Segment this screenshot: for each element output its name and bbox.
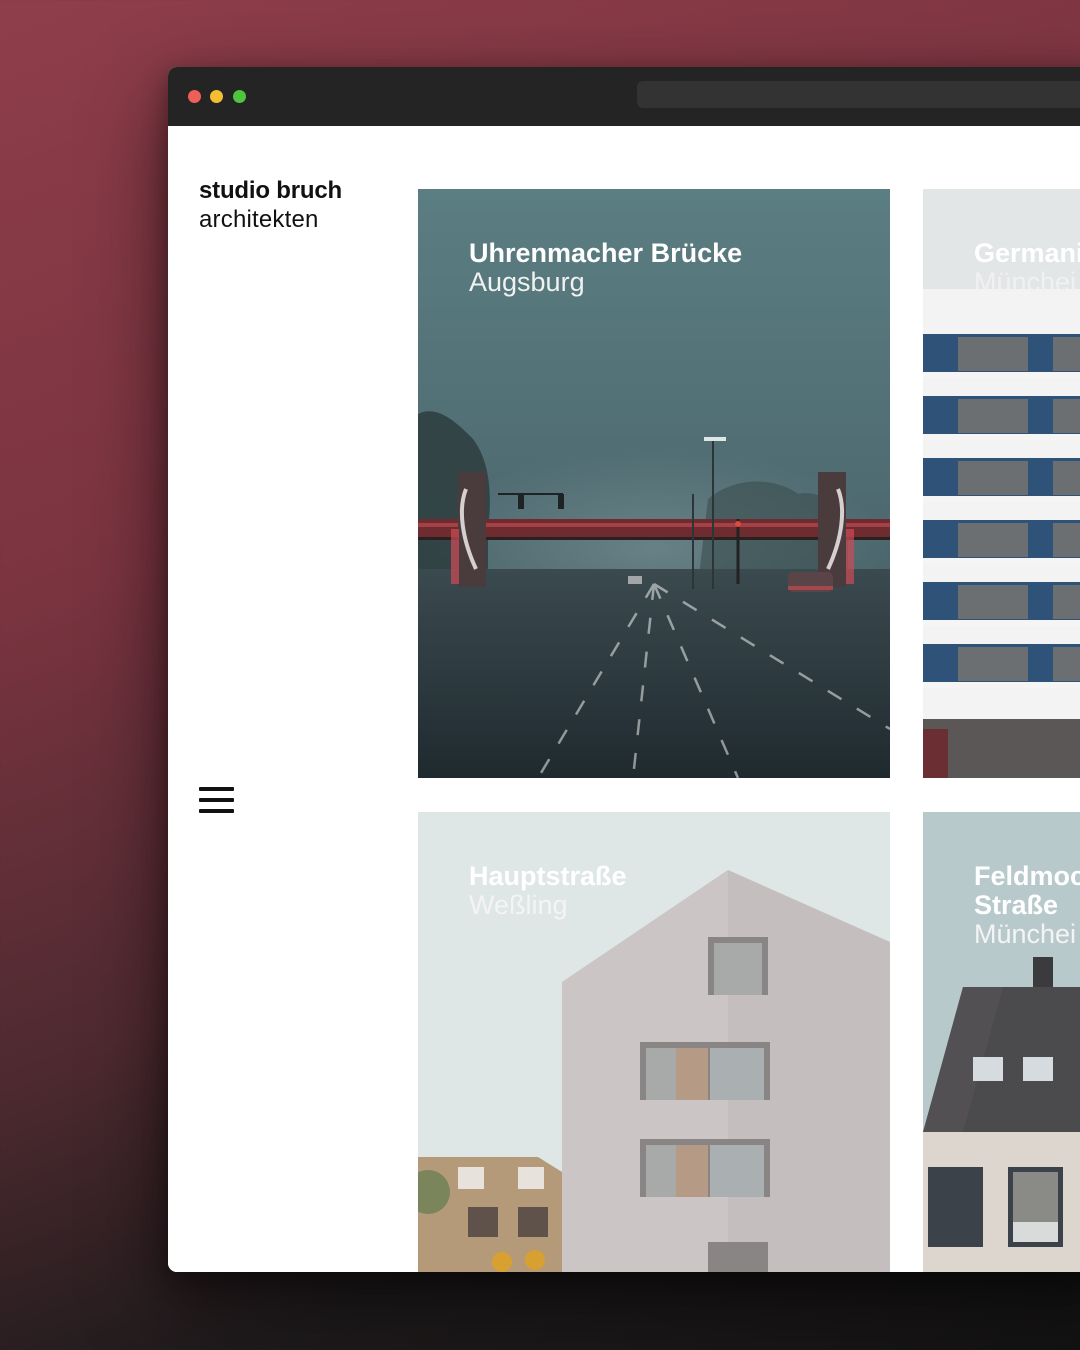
project-card-feldmoc-strasse[interactable]: Feldmoc Straße Münchei xyxy=(923,812,1080,1272)
project-title: Germani xyxy=(974,238,1080,268)
project-city: Münchei xyxy=(974,267,1077,297)
address-bar[interactable] xyxy=(637,81,1080,108)
zoom-window-button[interactable] xyxy=(233,90,246,103)
browser-titlebar xyxy=(168,67,1080,126)
site-logo[interactable]: studio bruch architekten xyxy=(199,176,342,234)
website-page: studio bruch architekten Uhrenmacher Brü… xyxy=(168,126,1080,1272)
project-title: Feldmoc Straße xyxy=(974,861,1080,920)
minimize-window-button[interactable] xyxy=(210,90,223,103)
browser-window: studio bruch architekten Uhrenmacher Brü… xyxy=(168,67,1080,1272)
hamburger-menu-icon[interactable] xyxy=(199,787,234,814)
project-city: Augsburg xyxy=(469,267,585,297)
project-city: Münchei xyxy=(974,919,1077,949)
brand-name: studio bruch xyxy=(199,177,342,204)
project-card-uhrenmacher-bruecke[interactable]: Uhrenmacher Brücke Augsburg xyxy=(418,189,890,778)
project-city: Weßling xyxy=(469,890,568,920)
project-title: Hauptstraße xyxy=(469,861,627,891)
project-card-germani[interactable]: Germani Münchei xyxy=(923,189,1080,778)
brand-subtitle: architekten xyxy=(199,206,319,233)
project-card-hauptstrasse[interactable]: Hauptstraße Weßling xyxy=(418,812,890,1272)
close-window-button[interactable] xyxy=(188,90,201,103)
project-title: Uhrenmacher Brücke xyxy=(469,238,743,268)
